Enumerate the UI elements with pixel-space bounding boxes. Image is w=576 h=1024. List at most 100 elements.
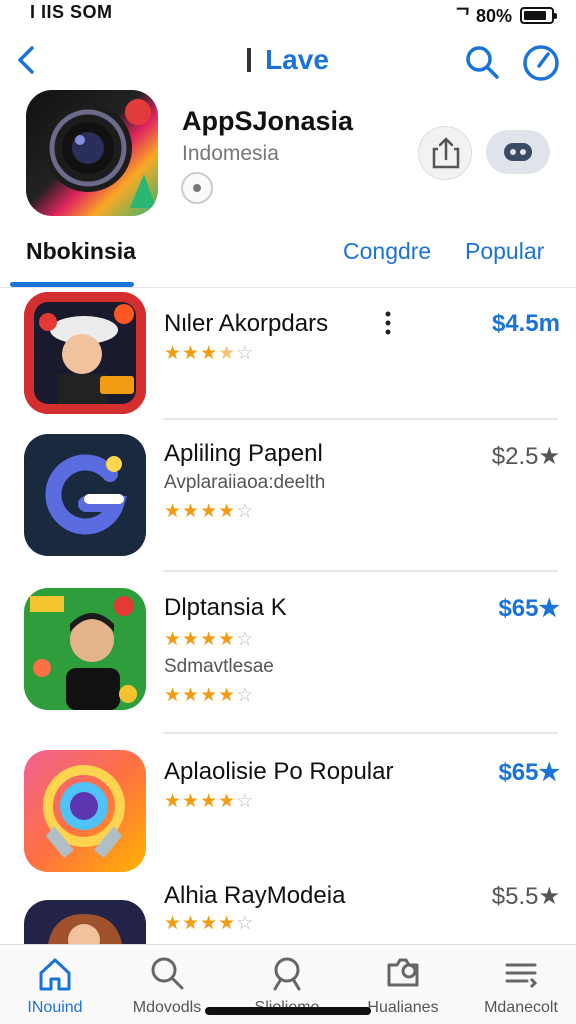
star-icon: ★ (218, 791, 237, 812)
star-icon: ★ (200, 791, 219, 812)
list-item[interactable]: Aplaolisie Po Ropular ★★★★☆ $65★ (0, 734, 576, 882)
developer-header: AppSJonasia Indomesia (0, 90, 576, 226)
camera-lens-icon (44, 99, 156, 208)
star-icon: ★ (200, 685, 219, 706)
star-icon: ★ (182, 913, 201, 934)
status-battery-text: ᄀ 80% (454, 6, 512, 26)
app-title: Apliling Papenl (164, 440, 323, 467)
star-rating: ★★★★☆ (164, 628, 254, 651)
star-icon: ☆ (236, 685, 255, 706)
app-subtitle: Sdmavtlesae (164, 656, 274, 677)
title-bar-mark (247, 48, 252, 72)
app-icon-g-logo (24, 434, 146, 556)
bookmark-icon (273, 957, 301, 991)
updates-icon (387, 958, 419, 987)
app-subtitle: Avplaraiiaoa:deelth (164, 472, 326, 493)
star-rating-secondary: ★★★★☆ (164, 684, 254, 707)
star-icon: ★ (200, 913, 219, 934)
star-rating: ★★★★☆ (164, 342, 254, 365)
list-item[interactable]: Nιler Akorpdars ★★★★☆ $4.5m (0, 288, 576, 420)
star-icon: ☆ (236, 629, 255, 650)
nav-bar: Lave (0, 30, 576, 90)
g-logo-icon (24, 434, 146, 556)
app-icon-avatar (24, 900, 146, 944)
star-icon: ★ (164, 791, 183, 812)
tab-selected-underline (10, 282, 134, 287)
app-icon-portrait (24, 588, 146, 710)
list-item[interactable]: Apliling Papenl Avplaraiiaoa:deelth ★★★★… (0, 420, 576, 572)
star-icon: ★ (218, 685, 237, 706)
star-icon: ★ (218, 913, 237, 934)
star-icon: ☆ (236, 791, 255, 812)
star-icon: ★ (182, 685, 201, 706)
more-options-button[interactable] (486, 130, 550, 174)
star-icon: ★ (182, 501, 201, 522)
compass-button[interactable] (520, 42, 562, 84)
more-icon[interactable] (378, 308, 398, 338)
price-button[interactable]: $4.5m (492, 310, 560, 338)
star-rating: ★★★★☆ (164, 790, 254, 813)
list-item[interactable]: Dlptansia K ★★★★☆ Sdmavtlesae ★★★★☆ $65★ (0, 572, 576, 734)
price-button[interactable]: $2.5★ (492, 442, 560, 471)
search-button[interactable] (462, 42, 502, 82)
star-icon: ★ (182, 343, 201, 364)
tab-nbokinsia[interactable]: Nbokinsia (26, 238, 136, 265)
share-icon (432, 137, 460, 169)
tab-bar-label: INouind (27, 999, 83, 1016)
price-button[interactable]: $65★ (498, 594, 560, 623)
battery-icon (520, 6, 557, 24)
search-icon (466, 46, 499, 79)
portrait-icon (24, 588, 146, 710)
star-icon: ★ (182, 629, 201, 650)
tab-bar-menu[interactable]: Mdanecolt (466, 953, 576, 1024)
share-button[interactable] (418, 126, 472, 180)
status-indicators: ᄀ 80% (454, 2, 557, 28)
star-icon: ★ (164, 343, 183, 364)
developer-region: Indomesia (182, 142, 279, 165)
star-icon: ☆ (236, 343, 255, 364)
compass-icon (523, 45, 559, 81)
price-button[interactable]: $65★ (498, 758, 560, 787)
tab-popular[interactable]: Popular (465, 238, 544, 265)
star-icon: ★ (164, 913, 183, 934)
star-icon: ★ (164, 501, 183, 522)
category-tabs: Nbokinsia Congdre Popular (0, 226, 576, 288)
star-icon: ☆ (236, 501, 255, 522)
page-title-text: Lave (265, 44, 329, 75)
list-item[interactable]: Alhia RayModeia ★★★★☆ $5.5★ (0, 882, 576, 944)
tab-bar-home[interactable]: INouind (0, 953, 110, 1024)
star-icon: ★ (200, 501, 219, 522)
app-icon-character (24, 292, 146, 414)
star-rating: ★★★★☆ (164, 912, 254, 935)
price-button[interactable]: $5.5★ (492, 882, 560, 911)
developer-name: AppSJonasia (182, 106, 354, 136)
star-icon: ★ (200, 343, 219, 364)
gamepad-icon (504, 143, 532, 161)
battery-fill (524, 10, 547, 20)
home-icon (39, 958, 71, 991)
app-icon-camera[interactable] (26, 90, 158, 216)
character-icon (24, 292, 146, 414)
app-icon-colorful-lens (24, 750, 146, 872)
avatar-icon (24, 900, 146, 944)
app-title: Nιler Akorpdars (164, 310, 329, 337)
star-icon: ★ (182, 791, 201, 812)
star-icon: ★ (218, 501, 237, 522)
star-icon: ★ (164, 629, 183, 650)
status-bar: I IIS SOM ᄀ 80% (0, 0, 576, 28)
star-icon: ★ (200, 629, 219, 650)
star-icon: ★ (218, 629, 237, 650)
menu-icon (505, 963, 538, 989)
star-icon: ★ (164, 685, 183, 706)
search-icon (151, 957, 184, 990)
status-dot-icon (181, 172, 213, 204)
star-icon: ★ (218, 343, 237, 364)
status-time: I IIS SOM (30, 2, 113, 22)
star-icon: ☆ (236, 913, 255, 934)
home-indicator (205, 1007, 371, 1015)
app-title: Alhia RayModeia (164, 882, 346, 909)
app-title: Aplaolisie Po Ropular (164, 758, 394, 785)
tab-bar-label: Mdanecolt (484, 999, 558, 1016)
lens-icon (24, 750, 146, 872)
tab-congdre[interactable]: Congdre (343, 238, 431, 265)
